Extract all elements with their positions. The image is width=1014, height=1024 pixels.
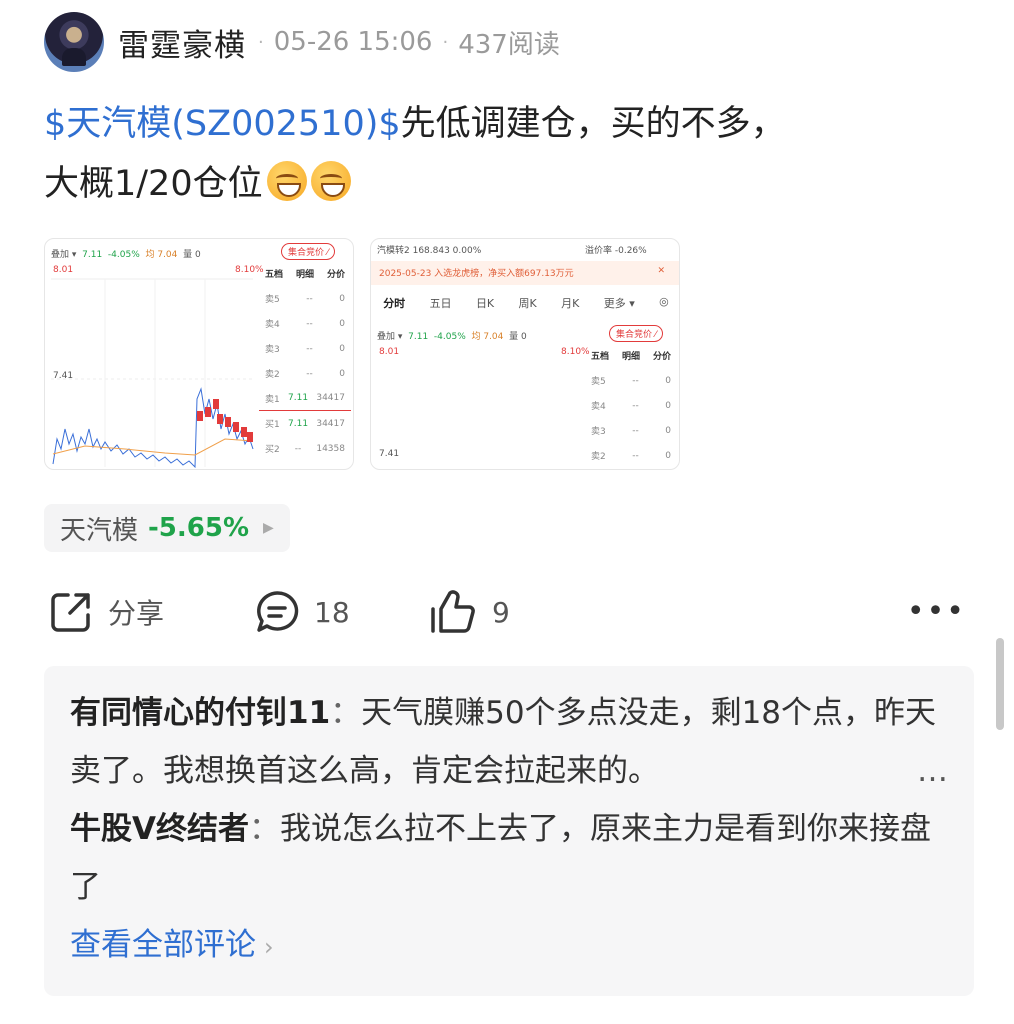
scrollbar[interactable] xyxy=(996,638,1004,730)
tab-monthly-k[interactable]: 月K xyxy=(561,295,579,311)
comment-preview: 有同情心的付钊11：天气膜赚50个多点没走，剩18个点，昨天卖了。我想换首这么高… xyxy=(44,666,974,996)
post-text-line2: 大概1/20仓位 xyxy=(44,164,263,204)
chart-tabs: 分时 五日 日K 周K 月K 更多 ▾ ◎ xyxy=(371,291,679,315)
bond-info: 汽模转2 168.843 0.00% xyxy=(377,246,482,256)
comment-colon: ： xyxy=(249,811,280,847)
separator-dot: · xyxy=(442,31,449,53)
tab-more[interactable]: 更多 ▾ xyxy=(604,295,635,311)
author-name[interactable]: 雷霆豪横 xyxy=(118,20,246,65)
thumbs-up-icon xyxy=(431,590,475,633)
post-header: 雷霆豪横 · 05-26 15:06 · 437阅读 xyxy=(44,12,560,72)
auction-badge: 集合竞价 ⁄ xyxy=(609,325,664,342)
thumb2-toolbar: 叠加 ▾ 7.11 -4.05% 均 7.04 量 0 xyxy=(377,332,527,342)
comment-item[interactable]: 牛股V终结者：我说怎么拉不上去了，原来主力是看到你来接盘了 xyxy=(70,800,948,916)
tab-daily-k[interactable]: 日K xyxy=(476,295,494,311)
smirk-emoji-icon xyxy=(266,161,307,201)
view-all-comments-link[interactable]: 查看全部评论 › xyxy=(70,916,948,976)
chip-stock-change: -5.65% xyxy=(148,513,250,543)
settings-icon[interactable]: ◎ xyxy=(659,295,669,311)
premium-rate: 溢价率 -0.26% xyxy=(585,246,647,256)
post-text-line1: 先低调建仓，买的不多， xyxy=(400,104,786,144)
like-count: 9 xyxy=(492,595,510,629)
price-high-label: 8.01 xyxy=(379,347,400,357)
comment-author[interactable]: 有同情心的付钊11 xyxy=(70,695,330,731)
dragon-tiger-notice: 2025-05-23 入选龙虎榜，净买入额697.13万元 ✕ xyxy=(371,261,679,285)
price-mid-label: 7.41 xyxy=(379,449,400,459)
intraday-chart xyxy=(51,278,254,469)
action-bar: 分享 18 9 ••• xyxy=(44,584,974,640)
avatar[interactable] xyxy=(44,12,104,72)
post-meta: · 05-26 15:06 · 437阅读 xyxy=(258,24,560,61)
tab-weekly-k[interactable]: 周K xyxy=(519,295,537,311)
truncate-ellipsis: … xyxy=(917,753,948,789)
chevron-right-icon: › xyxy=(264,933,274,961)
chart-screenshot-2[interactable]: 汽模转2 168.843 0.00% 溢价率 -0.26% 2025-05-23… xyxy=(370,238,680,470)
share-label: 分享 xyxy=(108,597,165,630)
comment-count: 18 xyxy=(314,595,350,629)
comment-button[interactable]: 18 xyxy=(254,584,350,640)
order-book-1: 五档 明细 分价 卖5 -- 0 卖4 -- 0 卖3 -- 0 卖2 -- 0 卖1 7.11 344… xyxy=(259,261,351,461)
share-button[interactable]: 分享 xyxy=(48,584,164,640)
close-icon[interactable]: ✕ xyxy=(657,266,665,276)
like-button[interactable]: 9 xyxy=(428,584,510,640)
stock-tag-link[interactable]: $天汽模(SZ002510)$ xyxy=(44,104,401,144)
order-book-2: 五档 明细 分价 卖5 -- 0 卖4 -- 0 卖3 -- 0 卖2 -- 0 xyxy=(591,352,671,462)
comment-item[interactable]: 有同情心的付钊11：天气膜赚50个多点没走，剩18个点，昨天卖了。我想换首这么高… xyxy=(70,684,948,800)
more-options-icon[interactable]: ••• xyxy=(907,594,966,629)
share-icon xyxy=(51,593,90,632)
separator-dot: · xyxy=(258,31,264,53)
grin-emoji-icon xyxy=(310,161,351,201)
comment-author[interactable]: 牛股V终结者 xyxy=(70,811,249,847)
chip-stock-name: 天汽模 xyxy=(60,515,139,546)
comment-icon xyxy=(257,591,299,632)
read-count: 437阅读 xyxy=(458,29,560,60)
post-date: 05-26 15:06 xyxy=(273,27,433,57)
post-body: $天汽模(SZ002510)$先低调建仓，买的不多， 大概1/20仓位 xyxy=(44,94,964,214)
chart-screenshot-1[interactable]: 叠加 ▾ 7.11 -4.05% 均 7.04 量 0 集合竞价 ⁄ 8.01 … xyxy=(44,238,354,470)
stock-chip[interactable]: 天汽模 -5.65% ▶ xyxy=(44,504,290,552)
comment-colon: ： xyxy=(330,695,362,731)
tab-intraday[interactable]: 分时 xyxy=(383,295,405,311)
auction-badge: 集合竞价 ⁄ xyxy=(281,243,336,260)
tab-five-day[interactable]: 五日 xyxy=(430,295,452,311)
play-arrow-icon: ▶ xyxy=(263,520,274,536)
